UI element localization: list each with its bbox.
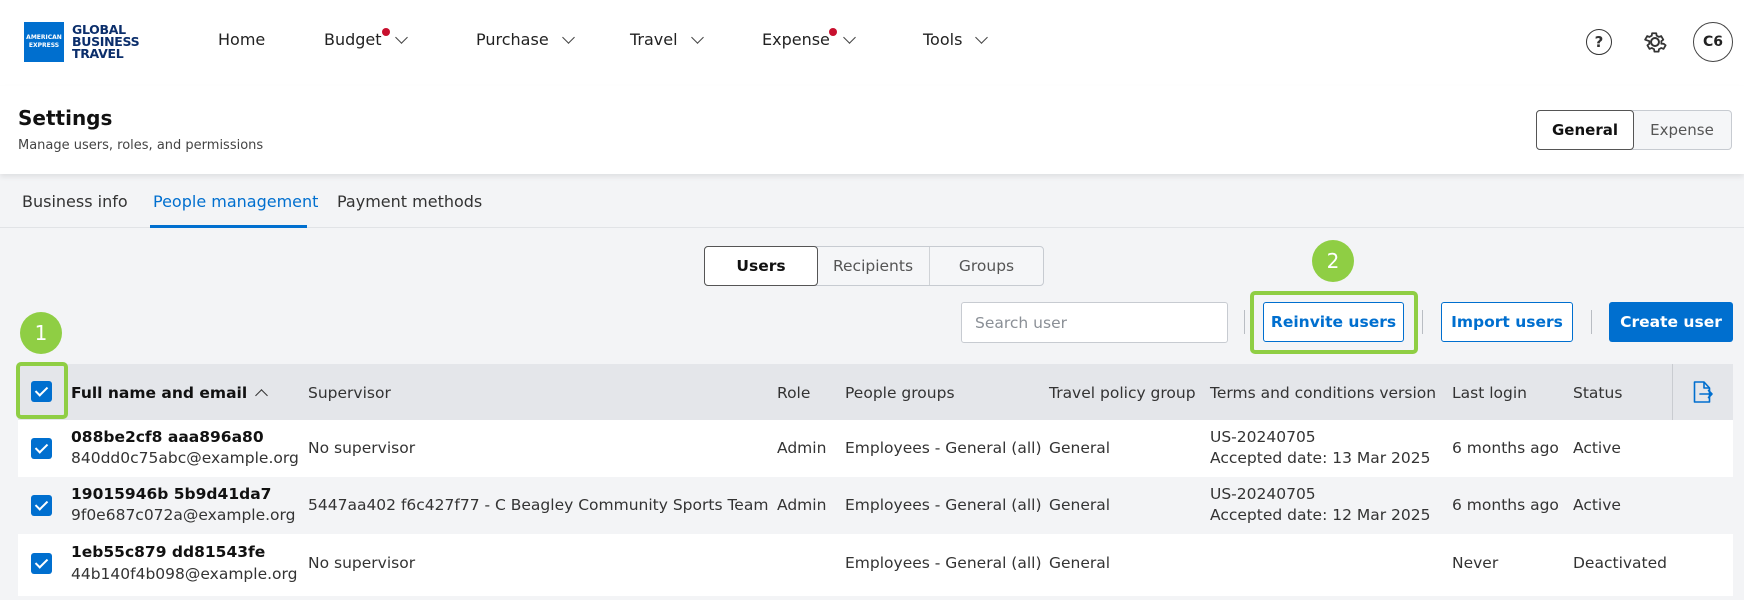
nav-budget[interactable]: Budget [324,28,408,49]
last-login-cell: 6 months ago [1452,439,1559,457]
table-row[interactable]: 19015946b 5b9d41da7 9f0e687c072a@example… [18,477,1733,534]
export-divider [1672,364,1673,420]
user-name: 1eb55c879 dd81543fe [71,543,266,561]
column-header-travel-policy: Travel policy group [1049,384,1196,402]
nav-tools[interactable]: Tools [923,30,989,49]
chevron-down-icon [975,30,989,44]
user-email: 44b140f4b098@example.org [71,565,298,583]
chevron-down-icon [561,30,575,44]
user-email: 9f0e687c072a@example.org [71,506,296,524]
people-groups-cell: Employees - General (all) [845,554,1042,572]
row-checkbox[interactable] [31,495,52,516]
nav-home[interactable]: Home [218,30,265,49]
column-header-status: Status [1573,384,1623,402]
step-badge-2: 2 [1312,240,1354,282]
people-groups-cell: Employees - General (all) [845,439,1042,457]
terms-accepted-date: Accepted date: 13 Mar 2025 [1210,449,1431,467]
role-cell: Admin [777,439,827,457]
column-header-name[interactable]: Full name and email [71,384,269,402]
help-icon[interactable]: ? [1586,29,1612,55]
page-title: Settings [18,106,113,130]
terms-version-cell: US-20240705 [1210,485,1316,503]
supervisor-cell: No supervisor [308,554,416,572]
subtab-groups[interactable]: Groups [929,247,1043,285]
column-header-supervisor: Supervisor [308,384,391,402]
toolbar-divider [1244,310,1245,334]
people-subtabs: Users Recipients Groups [704,246,1044,286]
sort-ascending-icon [255,389,269,402]
supervisor-cell: 5447aa402 f6c427f77 - C Beagley Communit… [308,496,769,514]
chevron-down-icon [843,30,856,44]
search-input[interactable] [961,302,1228,343]
role-cell: Admin [777,496,827,514]
subtab-recipients[interactable]: Recipients [817,247,929,285]
settings-view-toggle: General Expense [1536,110,1732,150]
notification-dot [829,28,837,36]
column-header-terms: Terms and conditions version [1210,384,1437,402]
active-tab-indicator [150,225,307,228]
travel-policy-cell: General [1049,554,1111,572]
user-email: 840dd0c75abc@example.org [71,449,299,467]
page-subtitle: Manage users, roles, and permissions [18,138,264,153]
export-icon[interactable] [1690,379,1714,405]
toolbar-divider [1422,310,1423,334]
create-user-button[interactable]: Create user [1609,302,1733,342]
settings-header: Settings Manage users, roles, and permis… [0,86,1744,174]
nav-expense[interactable]: Expense [762,28,856,49]
chevron-down-icon [394,30,408,44]
supervisor-cell: No supervisor [308,439,416,457]
table-row[interactable]: 1eb55c879 dd81543fe 44b140f4b098@example… [18,534,1733,596]
toggle-general[interactable]: General [1536,110,1634,150]
nav-purchase[interactable]: Purchase [476,30,575,49]
status-cell: Active [1573,496,1621,514]
highlight-reinvite-users [1250,291,1418,354]
status-cell: Active [1573,439,1621,457]
nav-travel[interactable]: Travel [630,30,704,49]
top-navigation: AMERICAN EXPRESS GLOBAL BUSINESS TRAVEL … [0,0,1744,86]
company-logo[interactable]: AMERICAN EXPRESS GLOBAL BUSINESS TRAVEL [24,22,140,62]
row-checkbox[interactable] [31,438,52,459]
settings-tabs: Business info People management Payment … [0,176,1744,228]
last-login-cell: Never [1452,554,1499,572]
column-header-people-groups: People groups [845,384,955,402]
chevron-down-icon [690,30,704,44]
gear-icon[interactable] [1641,28,1669,56]
highlight-select-all [16,362,68,419]
user-name: 19015946b 5b9d41da7 [71,485,272,503]
step-badge-1: 1 [20,312,62,354]
user-avatar[interactable]: C6 [1693,22,1733,62]
terms-version-cell: US-20240705 [1210,428,1316,446]
terms-accepted-date: Accepted date: 12 Mar 2025 [1210,506,1431,524]
import-users-button[interactable]: Import users [1441,302,1573,342]
travel-policy-cell: General [1049,496,1111,514]
status-cell: Deactivated [1573,554,1667,572]
tab-business-info[interactable]: Business info [22,192,128,211]
column-header-role: Role [777,384,811,402]
column-header-last-login: Last login [1452,384,1527,402]
table-row[interactable]: 088be2cf8 aaa896a80 840dd0c75abc@example… [18,420,1733,477]
logo-wordmark: GLOBAL BUSINESS TRAVEL [72,22,140,61]
travel-policy-cell: General [1049,439,1111,457]
user-name: 088be2cf8 aaa896a80 [71,428,264,446]
toolbar-divider [1591,310,1592,334]
notification-dot [382,28,390,36]
amex-logo-mark: AMERICAN EXPRESS [24,22,64,62]
people-groups-cell: Employees - General (all) [845,496,1042,514]
subtab-users[interactable]: Users [704,246,818,286]
tab-payment-methods[interactable]: Payment methods [337,192,482,211]
row-checkbox[interactable] [31,553,52,574]
last-login-cell: 6 months ago [1452,496,1559,514]
toggle-expense[interactable]: Expense [1633,111,1731,149]
table-header: Full name and email Supervisor Role Peop… [18,364,1733,420]
tab-people-management[interactable]: People management [153,192,318,211]
